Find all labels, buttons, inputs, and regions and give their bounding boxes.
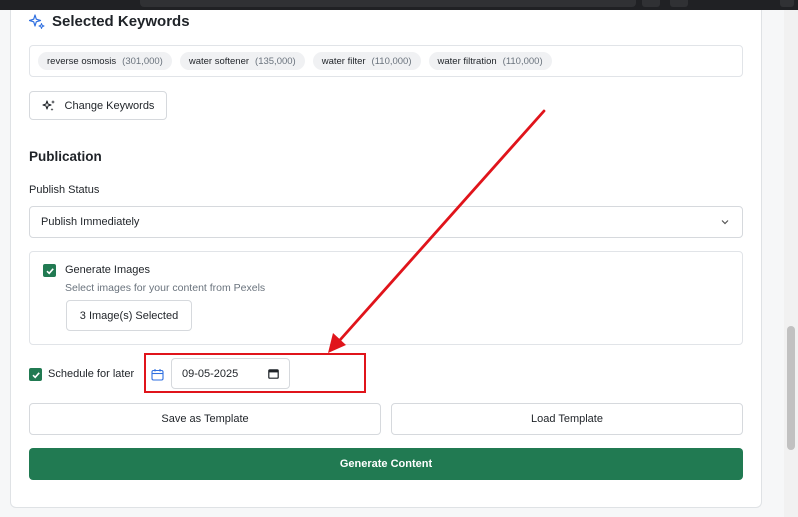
schedule-label: Schedule for later [48,368,135,380]
load-template-button[interactable]: Load Template [391,403,743,435]
keyword-term: water softener [188,55,250,67]
generate-images-hint: Select images for your content from Pexe… [65,282,266,294]
publication-heading: Publication [29,149,102,164]
generate-content-button[interactable]: Generate Content [29,448,743,480]
toolbar-button[interactable] [780,0,794,7]
checkmark-icon [31,370,41,380]
keyword-term: water filter [321,55,366,67]
chevron-down-icon [720,217,730,227]
keyword-chip[interactable]: water softener (135,000) [179,52,305,70]
load-template-label: Load Template [531,413,603,425]
browser-toolbar [0,0,798,10]
generate-content-label: Generate Content [339,458,433,470]
generate-images-checkbox[interactable] [43,264,56,277]
keyword-volume: (135,000) [255,55,296,67]
keyword-volume: (301,000) [122,55,163,67]
keyword-term: water filtration [437,55,497,67]
change-keywords-button[interactable]: Change Keywords [29,91,167,120]
keyword-volume: (110,000) [371,55,412,67]
images-selected-button[interactable]: 3 Image(s) Selected [66,300,192,331]
sparkle-icon [29,13,45,30]
scrollbar[interactable] [784,10,798,517]
toolbar-button[interactable] [642,0,660,7]
publish-status-value: Publish Immediately [41,216,140,228]
publication-title: Publication [29,149,102,164]
publish-status-select[interactable]: Publish Immediately [29,206,743,238]
save-template-label: Save as Template [161,413,249,425]
save-template-button[interactable]: Save as Template [29,403,381,435]
annotation-highlight-box [144,353,366,393]
scrollbar-thumb[interactable] [787,326,795,450]
checkmark-icon [45,266,55,276]
publish-status-label: Publish Status [29,184,100,196]
address-bar[interactable] [140,0,636,7]
generate-images-label: Generate Images [65,264,150,276]
wand-icon [41,99,56,113]
keyword-chip[interactable]: water filtration (110,000) [428,52,552,70]
schedule-checkbox[interactable] [29,368,42,381]
keyword-term: reverse osmosis [47,55,117,67]
keywords-title: Selected Keywords [52,13,190,30]
change-keywords-label: Change Keywords [64,99,155,112]
keywords-list: reverse osmosis (301,000) water softener… [29,45,743,77]
keyword-chip[interactable]: water filter (110,000) [312,52,421,70]
keyword-volume: (110,000) [502,55,543,67]
keywords-heading: Selected Keywords [29,13,190,30]
toolbar-button[interactable] [670,0,688,7]
images-selected-label: 3 Image(s) Selected [79,309,179,322]
keyword-chip[interactable]: reverse osmosis (301,000) [38,52,172,70]
